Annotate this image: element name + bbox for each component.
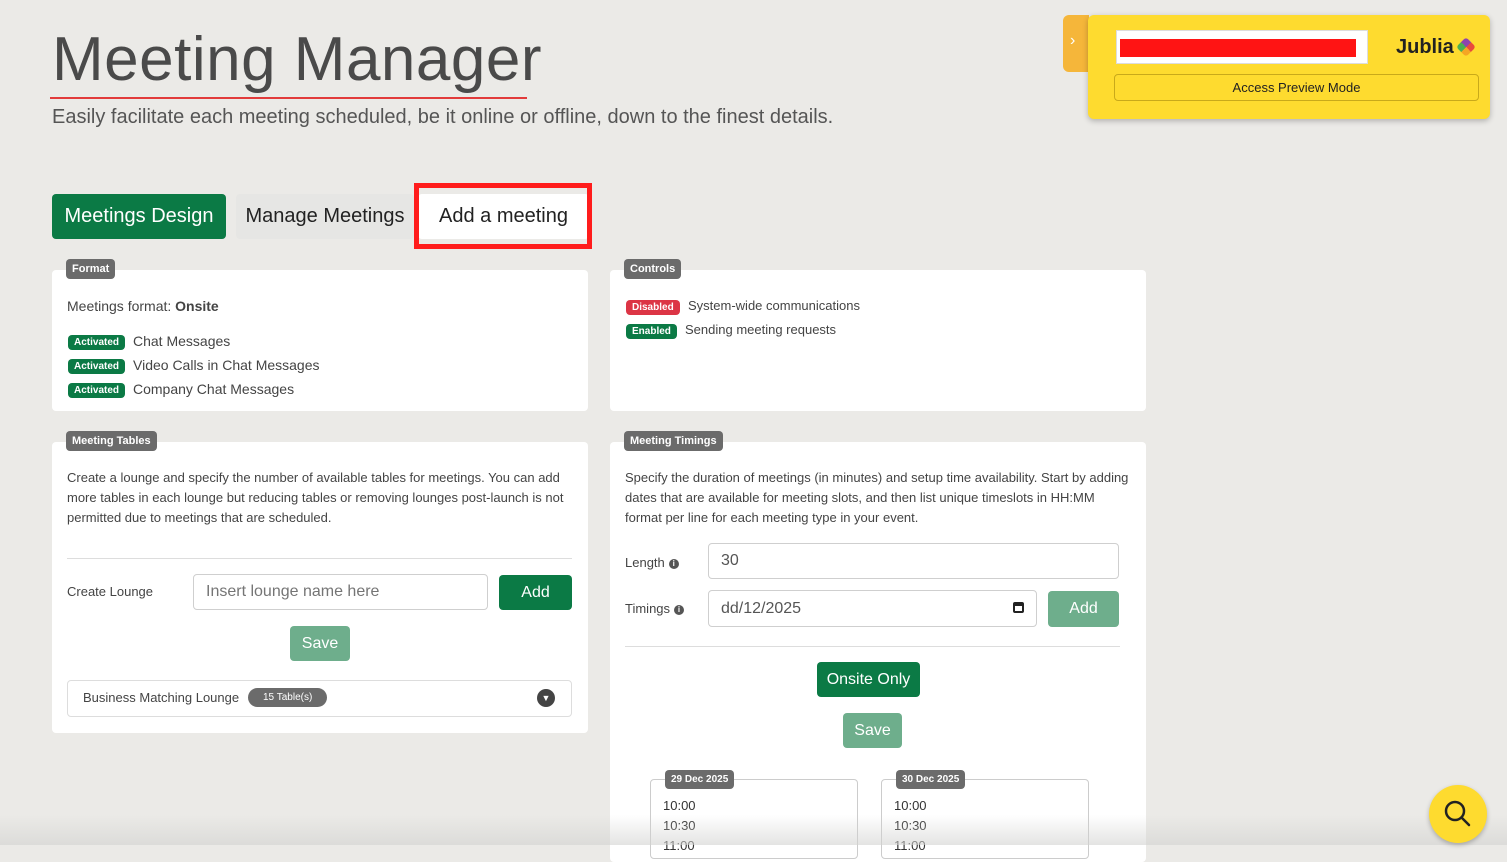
meetings-format: Meetings format: Onsite xyxy=(67,298,219,314)
search-icon xyxy=(1444,800,1471,827)
redacted-field xyxy=(1116,30,1368,64)
feature-label: Company Chat Messages xyxy=(133,381,295,397)
lounge-name-input[interactable] xyxy=(193,574,488,610)
date-tag: 30 Dec 2025 xyxy=(896,770,966,789)
timeslot: 10:30 xyxy=(663,818,696,833)
card-tag: Format xyxy=(66,259,116,279)
add-date-button[interactable]: Add xyxy=(1048,591,1119,627)
feature-label: Video Calls in Chat Messages xyxy=(133,357,320,373)
meeting-tables-card: Meeting Tables Create a lounge and speci… xyxy=(52,431,588,733)
lounge-name: Business Matching Lounge xyxy=(83,690,240,705)
logo-mark-icon xyxy=(1456,37,1477,57)
date-tag: 29 Dec 2025 xyxy=(665,770,735,789)
status-badge: Activated xyxy=(68,335,126,350)
card-tag: Controls xyxy=(624,259,682,279)
card-tag: Meeting Tables xyxy=(66,431,157,451)
chevron-down-icon[interactable]: ▼ xyxy=(537,689,555,707)
onsite-only-button[interactable]: Onsite Only xyxy=(817,662,920,697)
widget-collapse-tab[interactable]: › xyxy=(1063,15,1089,72)
length-label: Length i xyxy=(625,555,679,570)
date-input[interactable]: dd/12/2025 xyxy=(708,590,1037,627)
calendar-icon[interactable] xyxy=(1013,602,1024,613)
format-card: Format Meetings format: Onsite Activated… xyxy=(52,259,588,411)
timeslot: 11:00 xyxy=(894,838,926,853)
card-tag: Meeting Timings xyxy=(624,431,723,451)
page-title: Meeting Manager xyxy=(52,25,542,94)
control-label: System-wide communications xyxy=(688,298,860,313)
redaction-bar xyxy=(1120,39,1356,57)
control-label: Sending meeting requests xyxy=(685,322,837,337)
timeslot: 11:00 xyxy=(663,838,695,853)
save-timings-button[interactable]: Save xyxy=(843,713,902,748)
tables-count-badge: 15 Table(s) xyxy=(248,688,328,707)
tab-meetings-design[interactable]: Meetings Design xyxy=(52,194,226,239)
save-tables-button[interactable]: Save xyxy=(290,626,350,661)
add-lounge-button[interactable]: Add xyxy=(499,575,572,610)
timings-description: Specify the duration of meetings (in min… xyxy=(625,470,1129,525)
access-preview-mode-button[interactable]: Access Preview Mode xyxy=(1114,74,1479,101)
status-badge: Disabled xyxy=(626,300,680,315)
tables-description: Create a lounge and specify the number o… xyxy=(67,470,564,525)
feature-label: Chat Messages xyxy=(133,333,231,349)
status-badge: Enabled xyxy=(626,324,677,339)
lounge-accordion[interactable]: Business Matching Lounge 15 Table(s) ▼ xyxy=(67,680,572,717)
timeslot-box[interactable]: 29 Dec 2025 10:00 10:30 11:00 xyxy=(650,770,858,859)
length-input[interactable] xyxy=(708,543,1119,579)
tab-manage-meetings[interactable]: Manage Meetings xyxy=(236,194,414,239)
timeslot-box[interactable]: 30 Dec 2025 10:00 10:30 11:00 xyxy=(881,770,1089,859)
format-value: Onsite xyxy=(175,298,219,314)
divider xyxy=(625,646,1120,647)
timeslot: 10:00 xyxy=(663,798,696,813)
info-icon: i xyxy=(668,559,679,569)
controls-card: Controls Disabled System-wide communicat… xyxy=(610,259,1146,411)
divider xyxy=(67,558,572,559)
create-lounge-label: Create Lounge xyxy=(67,584,154,599)
status-badge: Activated xyxy=(68,383,126,398)
page-subtitle: Easily facilitate each meeting scheduled… xyxy=(52,106,834,128)
search-button[interactable] xyxy=(1429,785,1487,843)
timings-label: Timings i xyxy=(625,601,685,616)
info-icon: i xyxy=(674,605,685,615)
status-badge: Activated xyxy=(68,359,126,374)
title-underline xyxy=(50,97,527,99)
timeslot: 10:00 xyxy=(894,798,927,813)
timeslot: 10:30 xyxy=(894,818,927,833)
jublia-logo: Jublia xyxy=(1396,36,1477,59)
tab-add-meeting[interactable]: Add a meeting xyxy=(418,194,589,239)
chevron-right-icon: › xyxy=(1070,32,1076,49)
